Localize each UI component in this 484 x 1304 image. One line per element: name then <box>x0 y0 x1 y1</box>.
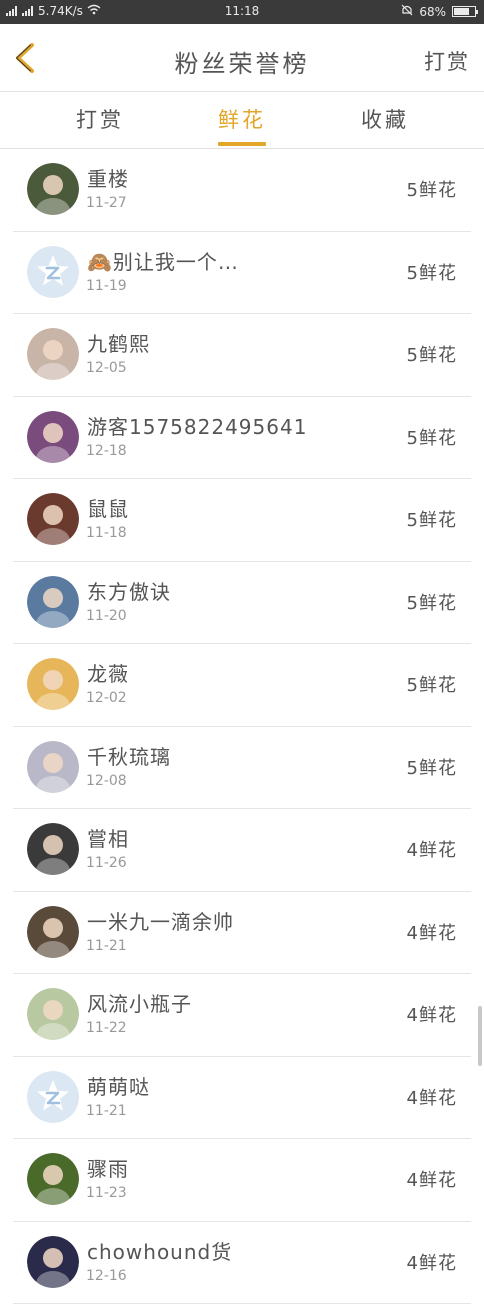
fan-ranking-list: 重楼11-275鲜花🙈别让我一个…11-195鲜花九鹤熙12-055鲜花游客15… <box>0 149 484 1304</box>
status-bar: 5.74K/s 11:18 68% <box>0 0 484 24</box>
flower-count: 5鲜花 <box>407 754 457 780</box>
list-item[interactable]: chowhound货 12-16 4鲜花 <box>13 1222 471 1304</box>
fan-date: 11-21 <box>86 1103 127 1119</box>
fan-name: 一米九一滴余帅 <box>87 906 234 935</box>
tab-flowers-label: 鲜花 <box>218 108 266 132</box>
list-item[interactable]: 鼠鼠 11-18 5鲜花 <box>13 479 471 562</box>
avatar[interactable] <box>27 823 79 875</box>
flower-count: 4鲜花 <box>407 836 457 862</box>
avatar[interactable] <box>27 988 79 1040</box>
fan-date: 12-08 <box>86 773 127 789</box>
list-item[interactable]: 九鹤熙 12-05 5鲜花 <box>13 314 471 397</box>
list-item[interactable]: 🙈别让我一个… 11-19 5鲜花 <box>13 232 471 315</box>
avatar[interactable] <box>27 163 79 215</box>
fan-name: 东方傲诀 <box>87 576 171 605</box>
flower-count: 5鲜花 <box>407 341 457 367</box>
fan-date: 12-05 <box>86 360 127 376</box>
fan-date: 11-19 <box>86 278 127 294</box>
tab-reward[interactable]: 打赏 <box>40 104 160 146</box>
avatar[interactable] <box>27 741 79 793</box>
flower-count: 4鲜花 <box>407 1166 457 1192</box>
fan-name: 嘗相 <box>87 823 129 852</box>
list-item[interactable]: 风流小瓶子 11-22 4鲜花 <box>13 974 471 1057</box>
flower-count: 5鲜花 <box>407 176 457 202</box>
fan-date: 11-27 <box>86 195 127 211</box>
flower-count: 4鲜花 <box>407 1001 457 1027</box>
reward-button[interactable]: 打赏 <box>424 46 470 76</box>
tab-favorites[interactable]: 收藏 <box>325 104 445 146</box>
flower-count: 5鲜花 <box>407 671 457 697</box>
avatar[interactable] <box>27 576 79 628</box>
tab-favorites-label: 收藏 <box>361 108 409 132</box>
list-item[interactable]: 重楼 11-27 5鲜花 <box>13 149 471 232</box>
fan-date: 12-02 <box>86 690 127 706</box>
list-item[interactable]: 骤雨 11-23 4鲜花 <box>13 1139 471 1222</box>
flower-count: 5鲜花 <box>407 259 457 285</box>
fan-date: 11-18 <box>86 525 127 541</box>
status-right: 68% <box>401 4 476 19</box>
battery-icon <box>452 6 476 17</box>
mute-icon <box>401 4 413 19</box>
avatar[interactable] <box>27 411 79 463</box>
avatar[interactable] <box>27 328 79 380</box>
fan-name: 九鹤熙 <box>87 328 150 357</box>
list-item[interactable]: 千秋琉璃 12-08 5鲜花 <box>13 727 471 810</box>
flower-count: 4鲜花 <box>407 1249 457 1275</box>
page-title: 粉丝荣誉榜 <box>0 44 484 79</box>
tab-active-indicator <box>218 142 266 146</box>
fan-name: 重楼 <box>87 163 129 192</box>
top-app-bar: 粉丝荣誉榜 打赏 <box>0 24 484 92</box>
fan-name: 千秋琉璃 <box>87 741 171 770</box>
tab-reward-label: 打赏 <box>76 108 124 132</box>
fan-name: 龙薇 <box>87 658 129 687</box>
fan-name: chowhound货 <box>87 1236 232 1265</box>
tab-flowers[interactable]: 鲜花 <box>182 104 302 146</box>
fan-date: 12-18 <box>86 443 127 459</box>
avatar[interactable] <box>27 906 79 958</box>
flower-count: 4鲜花 <box>407 919 457 945</box>
battery-percent: 68% <box>419 5 446 19</box>
list-item[interactable]: 萌萌哒 11-21 4鲜花 <box>13 1057 471 1140</box>
default-avatar-icon[interactable] <box>27 1071 79 1123</box>
scrollbar[interactable] <box>478 1006 482 1066</box>
fan-name: 骤雨 <box>87 1153 129 1182</box>
avatar[interactable] <box>27 1153 79 1205</box>
fan-date: 11-22 <box>86 1020 127 1036</box>
fan-name: 游客15758224956​41 <box>87 411 307 440</box>
fan-date: 11-20 <box>86 608 127 624</box>
list-item[interactable]: 一米九一滴余帅 11-21 4鲜花 <box>13 892 471 975</box>
fan-name: 🙈别让我一个… <box>87 246 239 275</box>
tab-bar: 打赏 鲜花 收藏 <box>0 92 484 149</box>
flower-count: 5鲜花 <box>407 589 457 615</box>
fan-date: 12-16 <box>86 1268 127 1284</box>
fan-name: 风流小瓶子 <box>87 988 192 1017</box>
avatar[interactable] <box>27 493 79 545</box>
avatar[interactable] <box>27 658 79 710</box>
flower-count: 5鲜花 <box>407 506 457 532</box>
flower-count: 4鲜花 <box>407 1084 457 1110</box>
list-item[interactable]: 龙薇 12-02 5鲜花 <box>13 644 471 727</box>
fan-name: 鼠鼠 <box>87 493 129 522</box>
fan-date: 11-23 <box>86 1185 127 1201</box>
flower-count: 5鲜花 <box>407 424 457 450</box>
list-item[interactable]: 嘗相 11-26 4鲜花 <box>13 809 471 892</box>
list-item[interactable]: 游客15758224956​41 12-18 5鲜花 <box>13 397 471 480</box>
fan-name: 萌萌哒 <box>87 1071 150 1100</box>
list-item[interactable]: 东方傲诀 11-20 5鲜花 <box>13 562 471 645</box>
default-avatar-icon[interactable] <box>27 246 79 298</box>
fan-date: 11-21 <box>86 938 127 954</box>
fan-date: 11-26 <box>86 855 127 871</box>
